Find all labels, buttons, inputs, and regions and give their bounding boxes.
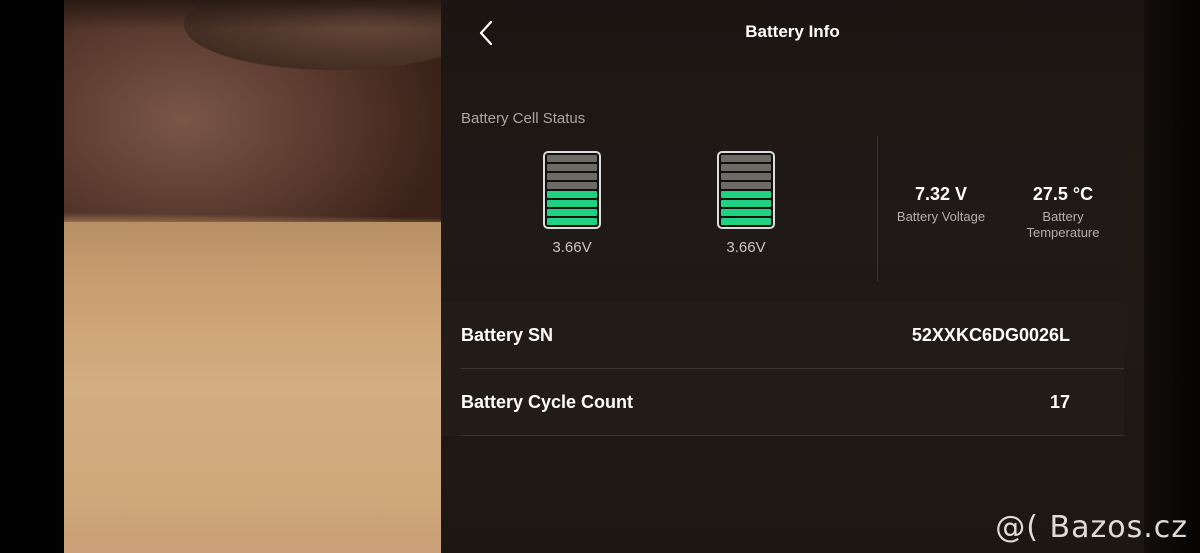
cell-segment-charged xyxy=(721,200,771,207)
battery-voltage-label: Battery Voltage xyxy=(896,209,986,224)
page-title: Battery Info xyxy=(745,22,840,41)
battery-temperature-label-line1: Battery xyxy=(1042,209,1084,224)
battery-cell-voltage: 3.66V xyxy=(552,239,592,256)
battery-sn-row: Battery SN 52XXKC6DG0026L xyxy=(461,302,1124,368)
battery-cell-1: 3.66V xyxy=(540,151,604,256)
battery-cycle-count-label: Battery Cycle Count xyxy=(461,392,634,412)
cell-segment-empty xyxy=(547,164,597,171)
cell-status-section-label: Battery Cell Status xyxy=(461,110,586,127)
cell-segment-charged xyxy=(721,218,771,225)
cell-segment-empty xyxy=(547,182,597,189)
battery-info-panel: Battery Info Battery Cell Status 3.66V 3… xyxy=(441,0,1144,553)
cell-segment-empty xyxy=(547,155,597,162)
battery-sn-value: 52XXKC6DG0026L xyxy=(911,325,1070,345)
battery-cycle-count-value: 17 xyxy=(1049,392,1070,412)
battery-sn-label: Battery SN xyxy=(461,325,554,345)
battery-details-card: Battery SN 52XXKC6DG0026L Battery Cycle … xyxy=(441,302,1124,436)
cell-segment-empty xyxy=(547,173,597,180)
camera-feed-shadow xyxy=(64,0,441,30)
battery-cycle-count-row: Battery Cycle Count 17 xyxy=(461,369,1124,435)
app-screen: Battery Info Battery Cell Status 3.66V 3… xyxy=(0,0,1200,553)
battery-cell-icon xyxy=(543,151,601,229)
cell-status-card: 3.66V 3.66V 7.32 V Battery Voltage 27.5 … xyxy=(441,136,1124,281)
device-bezel-right xyxy=(1144,0,1200,553)
camera-live-view xyxy=(64,0,441,553)
cell-segment-charged xyxy=(547,209,597,216)
camera-feed-surface xyxy=(64,222,441,553)
cell-segment-charged xyxy=(547,191,597,198)
battery-cell-2: 3.66V xyxy=(714,151,778,256)
battery-temperature-label: Battery Temperature xyxy=(1003,209,1123,241)
cell-segment-charged xyxy=(547,218,597,225)
battery-voltage-value: 7.32 V xyxy=(914,184,968,204)
battery-cell-icon xyxy=(717,151,775,229)
watermark-text: @( Bazos.cz xyxy=(995,510,1188,545)
battery-cell-voltage: 3.66V xyxy=(726,239,766,256)
cell-segment-empty xyxy=(721,164,771,171)
cell-segment-empty xyxy=(721,173,771,180)
battery-temperature-value: 27.5 °C xyxy=(1032,184,1094,204)
device-bezel-left xyxy=(0,0,64,553)
row-divider xyxy=(461,435,1124,436)
cell-card-divider xyxy=(877,136,878,281)
cell-segment-charged xyxy=(721,191,771,198)
battery-temperature-stat: 27.5 °C Battery Temperature xyxy=(1003,184,1123,241)
cell-segment-charged xyxy=(547,200,597,207)
cell-segment-empty xyxy=(721,155,771,162)
cell-segment-charged xyxy=(721,209,771,216)
battery-voltage-stat: 7.32 V Battery Voltage xyxy=(881,184,1001,225)
battery-temperature-label-line2: Temperature xyxy=(1026,225,1100,240)
cell-segment-empty xyxy=(721,182,771,189)
